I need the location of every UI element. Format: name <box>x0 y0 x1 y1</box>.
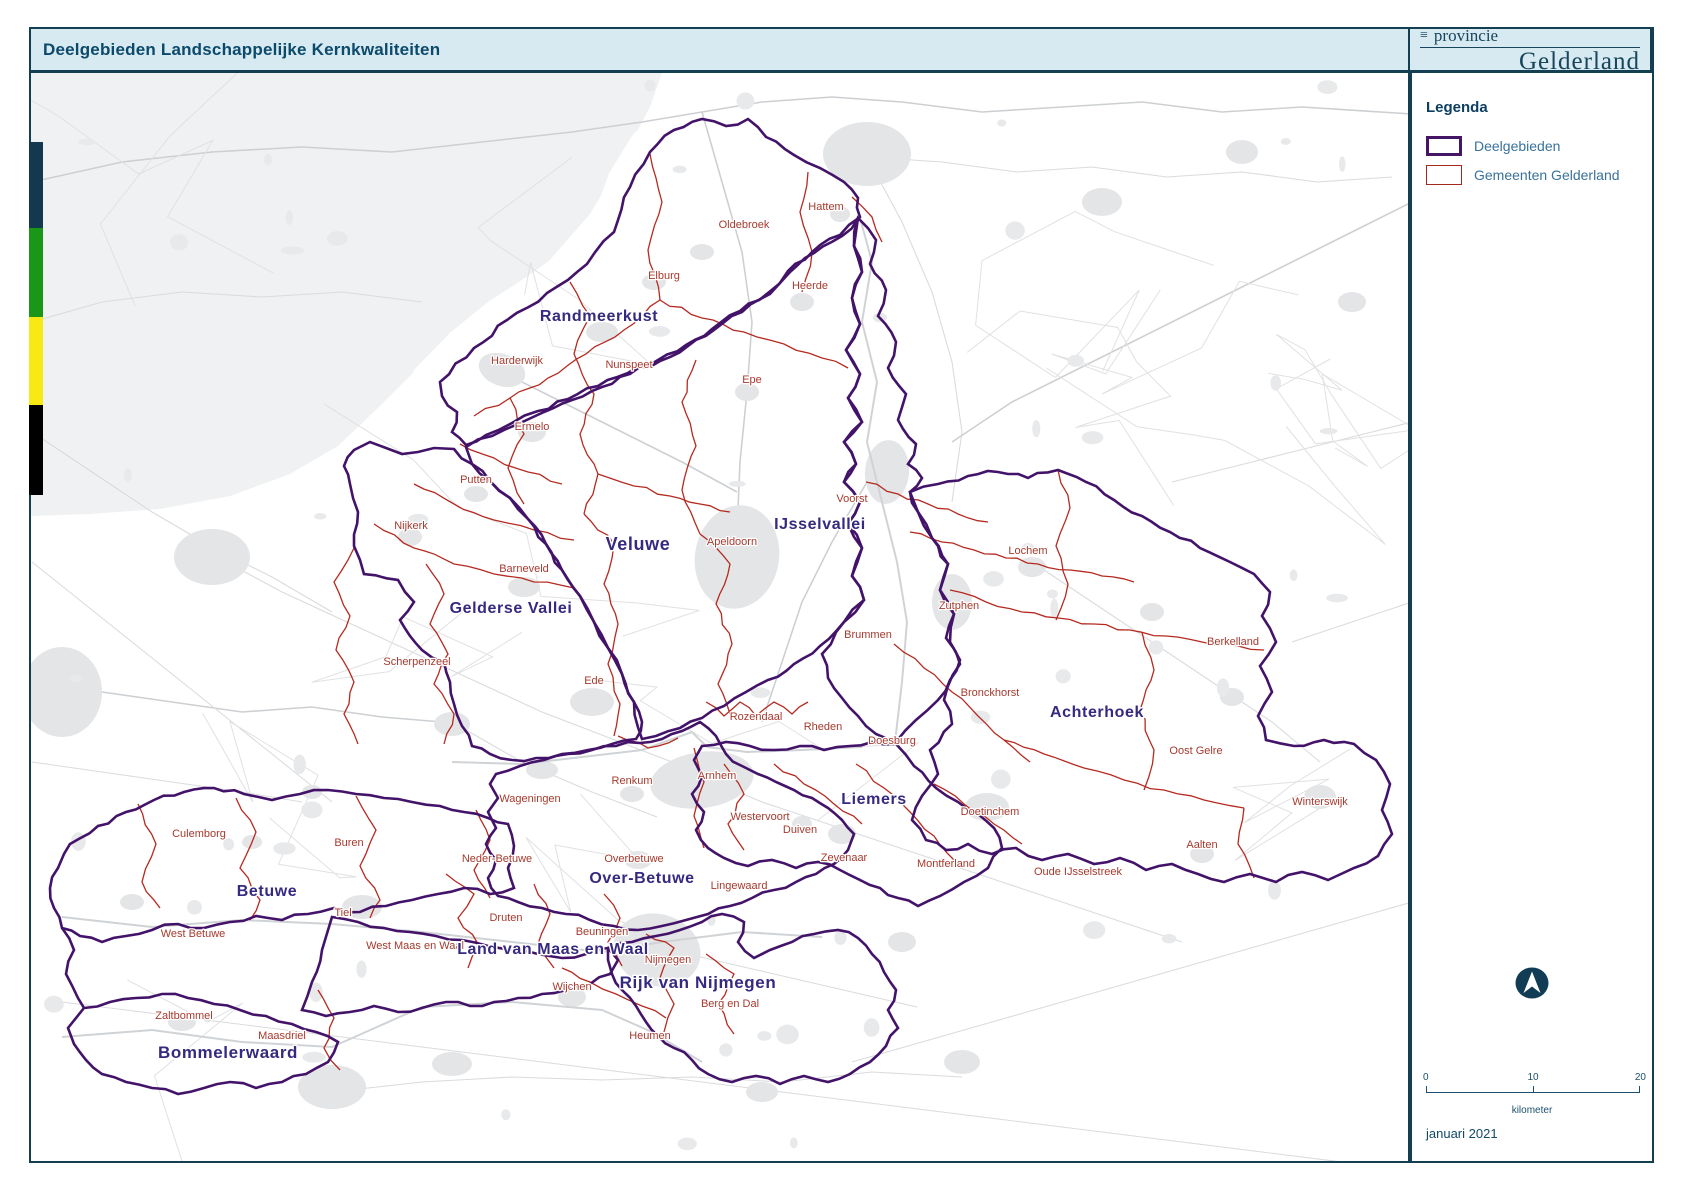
north-arrow-icon <box>1426 966 1638 1000</box>
region-label: Bommelerwaard <box>158 1043 298 1062</box>
map-canvas: Hattem Oldebroek Elburg Heerde Harderwijk Nun… <box>31 73 1410 1163</box>
legend-item-label: Gemeenten Gelderland <box>1474 167 1620 183</box>
municipality-label: Nijmegen <box>645 954 691 966</box>
scale-bar-midtick <box>1533 1086 1534 1092</box>
municipality-label: Epe <box>742 374 762 386</box>
municipality-label: Culemborg <box>172 828 226 840</box>
color-ramp-segment <box>29 228 43 317</box>
municipality-label: Barneveld <box>499 563 549 575</box>
municipality-label: Montferland <box>917 858 975 870</box>
municipality-label: Oude IJsselstreek <box>1034 866 1123 878</box>
scale-bar: 0 10 20 <box>1426 1072 1640 1102</box>
municipality-label: Westervoort <box>730 811 789 823</box>
municipality-label: Renkum <box>612 775 653 787</box>
municipality-label: Brummen <box>844 629 892 641</box>
municipality-label: Ermelo <box>515 421 550 433</box>
page: { "title_bar": { "title": "Deelgebieden … <box>0 0 1684 1190</box>
province-logo: ≡ provincie Gelderland <box>1408 27 1652 72</box>
scale-tick-10: 10 <box>1527 1072 1538 1083</box>
municipality-label: Oldebroek <box>719 219 770 231</box>
municipality-label: Harderwijk <box>491 355 543 367</box>
region-label: Over-Betuwe <box>589 870 694 887</box>
color-ramp-segment <box>29 142 43 228</box>
municipality-label: Winterswijk <box>1292 796 1348 808</box>
map-date: januari 2021 <box>1426 1126 1638 1141</box>
color-ramp-segment <box>29 405 43 495</box>
legend-item: Gemeenten Gelderland <box>1426 165 1638 185</box>
municipality-label: Berkelland <box>1207 636 1259 648</box>
municipality-label: Berg en Dal <box>701 998 759 1010</box>
legend-swatch <box>1426 165 1462 185</box>
legend-items: Deelgebieden Gemeenten Gelderland <box>1426 136 1638 194</box>
region-label: IJsselvallei <box>774 516 866 533</box>
municipality-label: Heumen <box>629 1030 671 1042</box>
legend-item: Deelgebieden <box>1426 136 1638 156</box>
municipality-label: Apeldoorn <box>707 536 757 548</box>
municipality-label: Oost Gelre <box>1169 745 1222 757</box>
municipality-label: West Betuwe <box>161 928 226 940</box>
municipality-label: Heerde <box>792 280 828 292</box>
logo-provincie-text: provincie <box>1434 26 1498 46</box>
municipality-label: West Maas en Waal <box>366 940 464 952</box>
title-bar: Deelgebieden Landschappelijke Kernkwalit… <box>29 27 1654 72</box>
region-label: Land van Maas en Waal <box>457 941 649 958</box>
scale-tick-0: 0 <box>1423 1072 1429 1083</box>
region-label: Rijk van Nijmegen <box>620 973 777 992</box>
region-label: Veluwe <box>606 534 671 554</box>
municipality-label: Tiel <box>334 907 351 919</box>
municipality-label: Rozendaal <box>730 711 783 723</box>
municipality-label: Zaltbommel <box>155 1010 212 1022</box>
legend-item-label: Deelgebieden <box>1474 138 1560 154</box>
municipality-label: Aalten <box>1186 839 1217 851</box>
municipality-label: Lochem <box>1008 545 1047 557</box>
municipality-label: Elburg <box>648 270 680 282</box>
region-label: Betuwe <box>237 883 298 900</box>
region-label: Randmeerkust <box>540 308 658 325</box>
region-label: Achterhoek <box>1050 704 1144 721</box>
municipality-label: Lingewaard <box>711 880 768 892</box>
scale-unit-label: kilometer <box>1426 1105 1638 1116</box>
municipality-label: Doetinchem <box>961 806 1020 818</box>
municipality-label: Beuningen <box>576 926 629 938</box>
municipality-label: Neder-Betuwe <box>462 853 532 865</box>
municipality-label: Scherpenzeel <box>383 656 450 668</box>
legend-heading: Legenda <box>1426 99 1638 116</box>
color-ramp-bar <box>29 142 43 495</box>
page-title: Deelgebieden Landschappelijke Kernkwalit… <box>31 40 440 60</box>
triple-bar-icon: ≡ <box>1420 31 1428 41</box>
municipality-label: Wageningen <box>499 793 560 805</box>
municipality-label: Buren <box>334 837 363 849</box>
municipality-label: Voorst <box>836 493 867 505</box>
municipality-label: Zevenaar <box>821 852 868 864</box>
municipality-label: Wijchen <box>552 981 591 993</box>
municipality-label: Hattem <box>808 201 843 213</box>
municipality-label: Maasdriel <box>258 1030 306 1042</box>
municipality-label: Duiven <box>783 824 817 836</box>
municipality-label: Nijkerk <box>394 520 428 532</box>
municipality-label: Zutphen <box>939 600 979 612</box>
legend-panel: Legenda Deelgebieden Gemeenten Gelderland… <box>1410 71 1654 1163</box>
municipality-label: Doesburg <box>868 735 916 747</box>
region-label: Liemers <box>841 791 907 808</box>
region-label: Gelderse Vallei <box>450 600 573 617</box>
map-area: Hattem Oldebroek Elburg Heerde Harderwijk Nun… <box>29 71 1410 1163</box>
municipality-label: Putten <box>460 474 492 486</box>
municipality-label: Arnhem <box>698 770 737 782</box>
municipality-label: Nunspeet <box>605 359 652 371</box>
municipality-label: Druten <box>489 912 522 924</box>
legend-bottom-block: 0 10 20 kilometer januari 2021 <box>1426 966 1638 1141</box>
municipality-label: Bronckhorst <box>961 687 1020 699</box>
logo-top-line: ≡ provincie <box>1420 26 1640 48</box>
municipality-label: Overbetuwe <box>604 853 663 865</box>
legend-swatch <box>1426 136 1462 156</box>
scale-tick-20: 20 <box>1635 1072 1646 1083</box>
municipality-label: Rheden <box>804 721 843 733</box>
municipality-label: Ede <box>584 675 604 687</box>
color-ramp-segment <box>29 317 43 405</box>
